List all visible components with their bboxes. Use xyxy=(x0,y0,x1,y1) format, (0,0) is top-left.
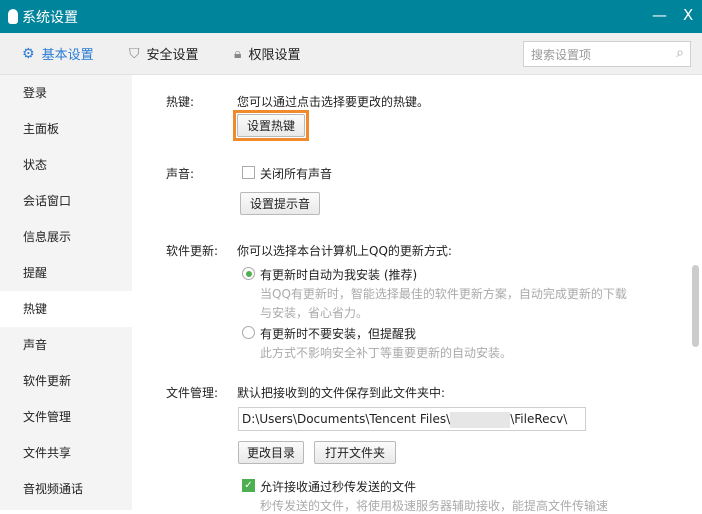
sidebar-item-login[interactable]: 登录 xyxy=(0,75,132,111)
search-icon[interactable]: ⌕ xyxy=(676,45,684,61)
change-directory-button[interactable]: 更改目录 xyxy=(238,441,304,464)
sidebar-item-chat-window[interactable]: 会话窗口 xyxy=(0,183,132,219)
sidebar-item-status[interactable]: 状态 xyxy=(0,147,132,183)
sound-label: 声音: xyxy=(166,167,195,181)
allow-instant-transfer-label: 允许接收通过秒传发送的文件 xyxy=(260,480,417,494)
notify-only-desc: 此方式不影响安全补丁等重要更新的自动安装。 xyxy=(260,346,513,360)
path-prefix: D:\Users\Documents\Tencent Files\ xyxy=(242,412,451,426)
search-input[interactable]: 搜索设置项 ⌕ xyxy=(523,41,691,67)
notify-only-label: 有更新时不要安装，但提醒我 xyxy=(260,327,417,341)
auto-install-desc: 与安装，省心省力。 xyxy=(260,306,369,320)
open-folder-button[interactable]: 打开文件夹 xyxy=(314,441,396,464)
shield-icon: ⛉ xyxy=(129,45,140,62)
tab-label: 基本设置 xyxy=(41,48,94,63)
sidebar-item-hotkey[interactable]: 热键 xyxy=(0,291,132,327)
mute-all-label: 关闭所有声音 xyxy=(260,167,333,181)
hotkey-description: 您可以通过点击选择要更改的热键。 xyxy=(237,95,430,109)
hotkey-label: 热键: xyxy=(166,95,195,109)
sidebar-item-sound[interactable]: 声音 xyxy=(0,327,132,363)
update-label: 软件更新: xyxy=(166,244,219,258)
tab-security-settings[interactable]: ⛉ 安全设置 xyxy=(129,44,199,64)
qq-logo-icon xyxy=(8,9,18,24)
sidebar-item-main-panel[interactable]: 主面板 xyxy=(0,111,132,147)
tab-label: 权限设置 xyxy=(248,48,301,63)
close-button[interactable]: X xyxy=(683,6,693,24)
mute-all-checkbox[interactable] xyxy=(242,166,255,179)
set-notification-sound-button[interactable]: 设置提示音 xyxy=(240,192,320,215)
gear-icon: ⚙ xyxy=(22,45,35,62)
sidebar-item-file-sharing[interactable]: 文件共享 xyxy=(0,435,132,471)
sidebar: 登录 主面板 状态 会话窗口 信息展示 提醒 热键 声音 软件更新 文件管理 文… xyxy=(0,75,132,510)
scrollbar-thumb[interactable] xyxy=(692,265,699,347)
sidebar-item-av-call[interactable]: 音视频通话 xyxy=(0,471,132,507)
file-management-description: 默认把接收到的文件保存到此文件夹中: xyxy=(237,386,446,400)
search-placeholder: 搜索设置项 xyxy=(531,47,592,62)
minimize-button[interactable]: — xyxy=(652,6,667,24)
settings-content: 热键: 您可以通过点击选择要更改的热键。 设置热键 声音: 关闭所有声音 设置提… xyxy=(132,75,690,513)
window-title: 系统设置 xyxy=(22,9,78,26)
scrollbar[interactable] xyxy=(690,75,702,510)
sidebar-item-software-update[interactable]: 软件更新 xyxy=(0,363,132,399)
tab-basic-settings[interactable]: ⚙ 基本设置 xyxy=(22,44,94,64)
title-bar: 系统设置 — X xyxy=(0,0,702,33)
notify-only-radio[interactable] xyxy=(242,326,255,339)
sidebar-item-info-display[interactable]: 信息展示 xyxy=(0,219,132,255)
file-management-label: 文件管理: xyxy=(166,386,219,400)
save-path-field[interactable]: D:\Users\Documents\Tencent Files\ \FileRe… xyxy=(238,407,586,431)
path-suffix: \FileRecv\ xyxy=(510,412,568,426)
allow-instant-transfer-checkbox[interactable]: ✓ xyxy=(242,479,255,492)
set-hotkey-button[interactable]: 设置热键 xyxy=(237,114,305,137)
sidebar-item-file-management[interactable]: 文件管理 xyxy=(0,399,132,435)
tab-label: 安全设置 xyxy=(146,48,199,63)
sidebar-item-reminder[interactable]: 提醒 xyxy=(0,255,132,291)
redacted-account xyxy=(450,411,511,428)
auto-install-label: 有更新时自动为我安装 (推荐) xyxy=(260,268,418,282)
auto-install-radio[interactable] xyxy=(242,267,255,280)
lock-icon: 🔒︎ xyxy=(234,45,242,62)
toolbar: ⚙ 基本设置 ⛉ 安全设置 🔒︎ 权限设置 搜索设置项 ⌕ xyxy=(0,33,702,75)
tab-permission-settings[interactable]: 🔒︎ 权限设置 xyxy=(234,44,301,64)
update-description: 你可以选择本台计算机上QQ的更新方式: xyxy=(237,244,452,258)
auto-install-desc: 当QQ有更新时，智能选择最佳的软件更新方案，自动完成更新的下载 xyxy=(260,287,627,301)
allow-instant-transfer-desc: 秒传发送的文件，将使用极速服务器辅助接收，能提高文件传输速 xyxy=(260,499,609,513)
